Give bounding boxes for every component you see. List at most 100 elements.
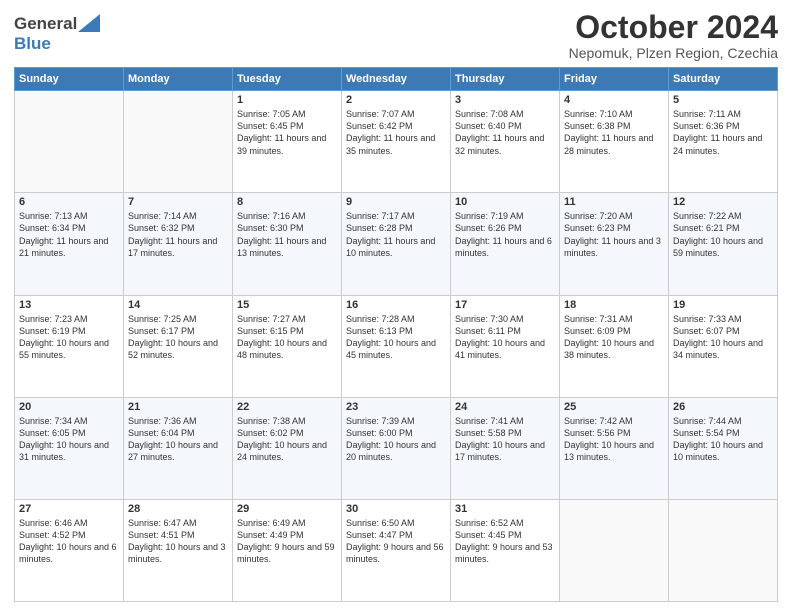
col-header-sunday: Sunday <box>15 68 124 91</box>
cell-info: Sunrise: 7:36 AM Sunset: 6:04 PM Dayligh… <box>128 415 228 464</box>
day-number: 27 <box>19 503 119 515</box>
cell-info: Sunrise: 7:10 AM Sunset: 6:38 PM Dayligh… <box>564 108 664 157</box>
day-cell: 12 Sunrise: 7:22 AM Sunset: 6:21 PM Dayli… <box>669 193 778 295</box>
day-number: 2 <box>346 94 446 106</box>
day-number: 29 <box>237 503 337 515</box>
cell-info: Sunrise: 7:23 AM Sunset: 6:19 PM Dayligh… <box>19 313 119 362</box>
col-header-wednesday: Wednesday <box>342 68 451 91</box>
day-cell: 22Sunrise: 7:38 AM Sunset: 6:02 PM Dayli… <box>233 397 342 499</box>
logo-blue-text: Blue <box>14 34 51 53</box>
day-number: 13 <box>19 299 119 311</box>
week-row-1: 1Sunrise: 7:05 AM Sunset: 6:45 PM Daylig… <box>15 91 778 193</box>
calendar-header-row: SundayMondayTuesdayWednesdayThursdayFrid… <box>15 68 778 91</box>
day-number: 21 <box>128 401 228 413</box>
day-cell: 29 Sunrise: 6:49 AM Sunset: 4:49 PM Dayli… <box>233 499 342 601</box>
day-number: 26 <box>673 401 773 413</box>
day-cell: 11 Sunrise: 7:20 AM Sunset: 6:23 PM Dayli… <box>560 193 669 295</box>
day-cell: 10 Sunrise: 7:19 AM Sunset: 6:26 PM Dayli… <box>451 193 560 295</box>
cell-info: Sunrise: 7:42 AM Sunset: 5:56 PM Dayligh… <box>564 415 664 464</box>
cell-info: Sunrise: 6:47 AM Sunset: 4:51 PM Dayligh… <box>128 517 228 566</box>
cell-info: Sunrise: 7:20 AM Sunset: 6:23 PM Dayligh… <box>564 210 664 259</box>
day-number: 18 <box>564 299 664 311</box>
subtitle: Nepomuk, Plzen Region, Czechia <box>569 45 778 61</box>
cell-info: Sunrise: 7:17 AM Sunset: 6:28 PM Dayligh… <box>346 210 446 259</box>
col-header-friday: Friday <box>560 68 669 91</box>
cell-info: Sunrise: 7:34 AM Sunset: 6:05 PM Dayligh… <box>19 415 119 464</box>
day-cell: 13 Sunrise: 7:23 AM Sunset: 6:19 PM Dayli… <box>15 295 124 397</box>
logo-icon <box>78 14 100 32</box>
day-cell: 30 Sunrise: 6:50 AM Sunset: 4:47 PM Dayli… <box>342 499 451 601</box>
day-cell: 9 Sunrise: 7:17 AM Sunset: 6:28 PM Daylig… <box>342 193 451 295</box>
day-number: 20 <box>19 401 119 413</box>
day-cell: 18 Sunrise: 7:31 AM Sunset: 6:09 PM Dayli… <box>560 295 669 397</box>
main-title: October 2024 <box>569 10 778 45</box>
day-number: 10 <box>455 196 555 208</box>
day-number: 11 <box>564 196 664 208</box>
cell-info: Sunrise: 7:14 AM Sunset: 6:32 PM Dayligh… <box>128 210 228 259</box>
cell-info: Sunrise: 7:07 AM Sunset: 6:42 PM Dayligh… <box>346 108 446 157</box>
cell-info: Sunrise: 7:30 AM Sunset: 6:11 PM Dayligh… <box>455 313 555 362</box>
cell-info: Sunrise: 7:31 AM Sunset: 6:09 PM Dayligh… <box>564 313 664 362</box>
cell-info: Sunrise: 7:08 AM Sunset: 6:40 PM Dayligh… <box>455 108 555 157</box>
day-number: 8 <box>237 196 337 208</box>
header: General Blue October 2024 Nepomuk, Plzen… <box>14 10 778 61</box>
day-number: 7 <box>128 196 228 208</box>
day-number: 24 <box>455 401 555 413</box>
cell-info: Sunrise: 7:19 AM Sunset: 6:26 PM Dayligh… <box>455 210 555 259</box>
day-cell: 25Sunrise: 7:42 AM Sunset: 5:56 PM Dayli… <box>560 397 669 499</box>
cell-info: Sunrise: 7:13 AM Sunset: 6:34 PM Dayligh… <box>19 210 119 259</box>
day-cell: 14 Sunrise: 7:25 AM Sunset: 6:17 PM Dayli… <box>124 295 233 397</box>
cell-info: Sunrise: 7:44 AM Sunset: 5:54 PM Dayligh… <box>673 415 773 464</box>
cell-info: Sunrise: 6:50 AM Sunset: 4:47 PM Dayligh… <box>346 517 446 566</box>
day-cell: 26 Sunrise: 7:44 AM Sunset: 5:54 PM Dayli… <box>669 397 778 499</box>
week-row-3: 13 Sunrise: 7:23 AM Sunset: 6:19 PM Dayli… <box>15 295 778 397</box>
day-number: 12 <box>673 196 773 208</box>
day-cell: 2 Sunrise: 7:07 AM Sunset: 6:42 PM Daylig… <box>342 91 451 193</box>
cell-info: Sunrise: 7:11 AM Sunset: 6:36 PM Dayligh… <box>673 108 773 157</box>
cell-info: Sunrise: 6:49 AM Sunset: 4:49 PM Dayligh… <box>237 517 337 566</box>
cell-info: Sunrise: 7:27 AM Sunset: 6:15 PM Dayligh… <box>237 313 337 362</box>
col-header-tuesday: Tuesday <box>233 68 342 91</box>
day-cell: 20 Sunrise: 7:34 AM Sunset: 6:05 PM Dayli… <box>15 397 124 499</box>
col-header-monday: Monday <box>124 68 233 91</box>
day-number: 28 <box>128 503 228 515</box>
day-cell: 4 Sunrise: 7:10 AM Sunset: 6:38 PM Daylig… <box>560 91 669 193</box>
week-row-4: 20 Sunrise: 7:34 AM Sunset: 6:05 PM Dayli… <box>15 397 778 499</box>
day-cell <box>669 499 778 601</box>
day-cell: 19Sunrise: 7:33 AM Sunset: 6:07 PM Dayli… <box>669 295 778 397</box>
day-number: 15 <box>237 299 337 311</box>
day-cell: 21 Sunrise: 7:36 AM Sunset: 6:04 PM Dayli… <box>124 397 233 499</box>
day-cell: 27Sunrise: 6:46 AM Sunset: 4:52 PM Dayli… <box>15 499 124 601</box>
week-row-2: 6 Sunrise: 7:13 AM Sunset: 6:34 PM Daylig… <box>15 193 778 295</box>
day-cell: 6 Sunrise: 7:13 AM Sunset: 6:34 PM Daylig… <box>15 193 124 295</box>
day-cell: 3 Sunrise: 7:08 AM Sunset: 6:40 PM Daylig… <box>451 91 560 193</box>
col-header-saturday: Saturday <box>669 68 778 91</box>
day-cell: 7 Sunrise: 7:14 AM Sunset: 6:32 PM Daylig… <box>124 193 233 295</box>
day-number: 16 <box>346 299 446 311</box>
day-number: 5 <box>673 94 773 106</box>
day-number: 3 <box>455 94 555 106</box>
day-cell: 23 Sunrise: 7:39 AM Sunset: 6:00 PM Dayli… <box>342 397 451 499</box>
cell-info: Sunrise: 7:39 AM Sunset: 6:00 PM Dayligh… <box>346 415 446 464</box>
cell-info: Sunrise: 7:22 AM Sunset: 6:21 PM Dayligh… <box>673 210 773 259</box>
title-block: October 2024 Nepomuk, Plzen Region, Czec… <box>569 10 778 61</box>
day-number: 4 <box>564 94 664 106</box>
cell-info: Sunrise: 7:38 AM Sunset: 6:02 PM Dayligh… <box>237 415 337 464</box>
day-cell: 1Sunrise: 7:05 AM Sunset: 6:45 PM Daylig… <box>233 91 342 193</box>
day-number: 9 <box>346 196 446 208</box>
day-number: 30 <box>346 503 446 515</box>
day-cell: 17Sunrise: 7:30 AM Sunset: 6:11 PM Dayli… <box>451 295 560 397</box>
day-cell <box>560 499 669 601</box>
week-row-5: 27Sunrise: 6:46 AM Sunset: 4:52 PM Dayli… <box>15 499 778 601</box>
cell-info: Sunrise: 6:52 AM Sunset: 4:45 PM Dayligh… <box>455 517 555 566</box>
day-cell: 5 Sunrise: 7:11 AM Sunset: 6:36 PM Daylig… <box>669 91 778 193</box>
cell-info: Sunrise: 7:25 AM Sunset: 6:17 PM Dayligh… <box>128 313 228 362</box>
day-cell: 31Sunrise: 6:52 AM Sunset: 4:45 PM Dayli… <box>451 499 560 601</box>
day-number: 6 <box>19 196 119 208</box>
day-cell: 28 Sunrise: 6:47 AM Sunset: 4:51 PM Dayli… <box>124 499 233 601</box>
logo: General Blue <box>14 14 100 54</box>
calendar-table: SundayMondayTuesdayWednesdayThursdayFrid… <box>14 67 778 602</box>
day-number: 23 <box>346 401 446 413</box>
day-number: 14 <box>128 299 228 311</box>
day-cell: 15 Sunrise: 7:27 AM Sunset: 6:15 PM Dayli… <box>233 295 342 397</box>
